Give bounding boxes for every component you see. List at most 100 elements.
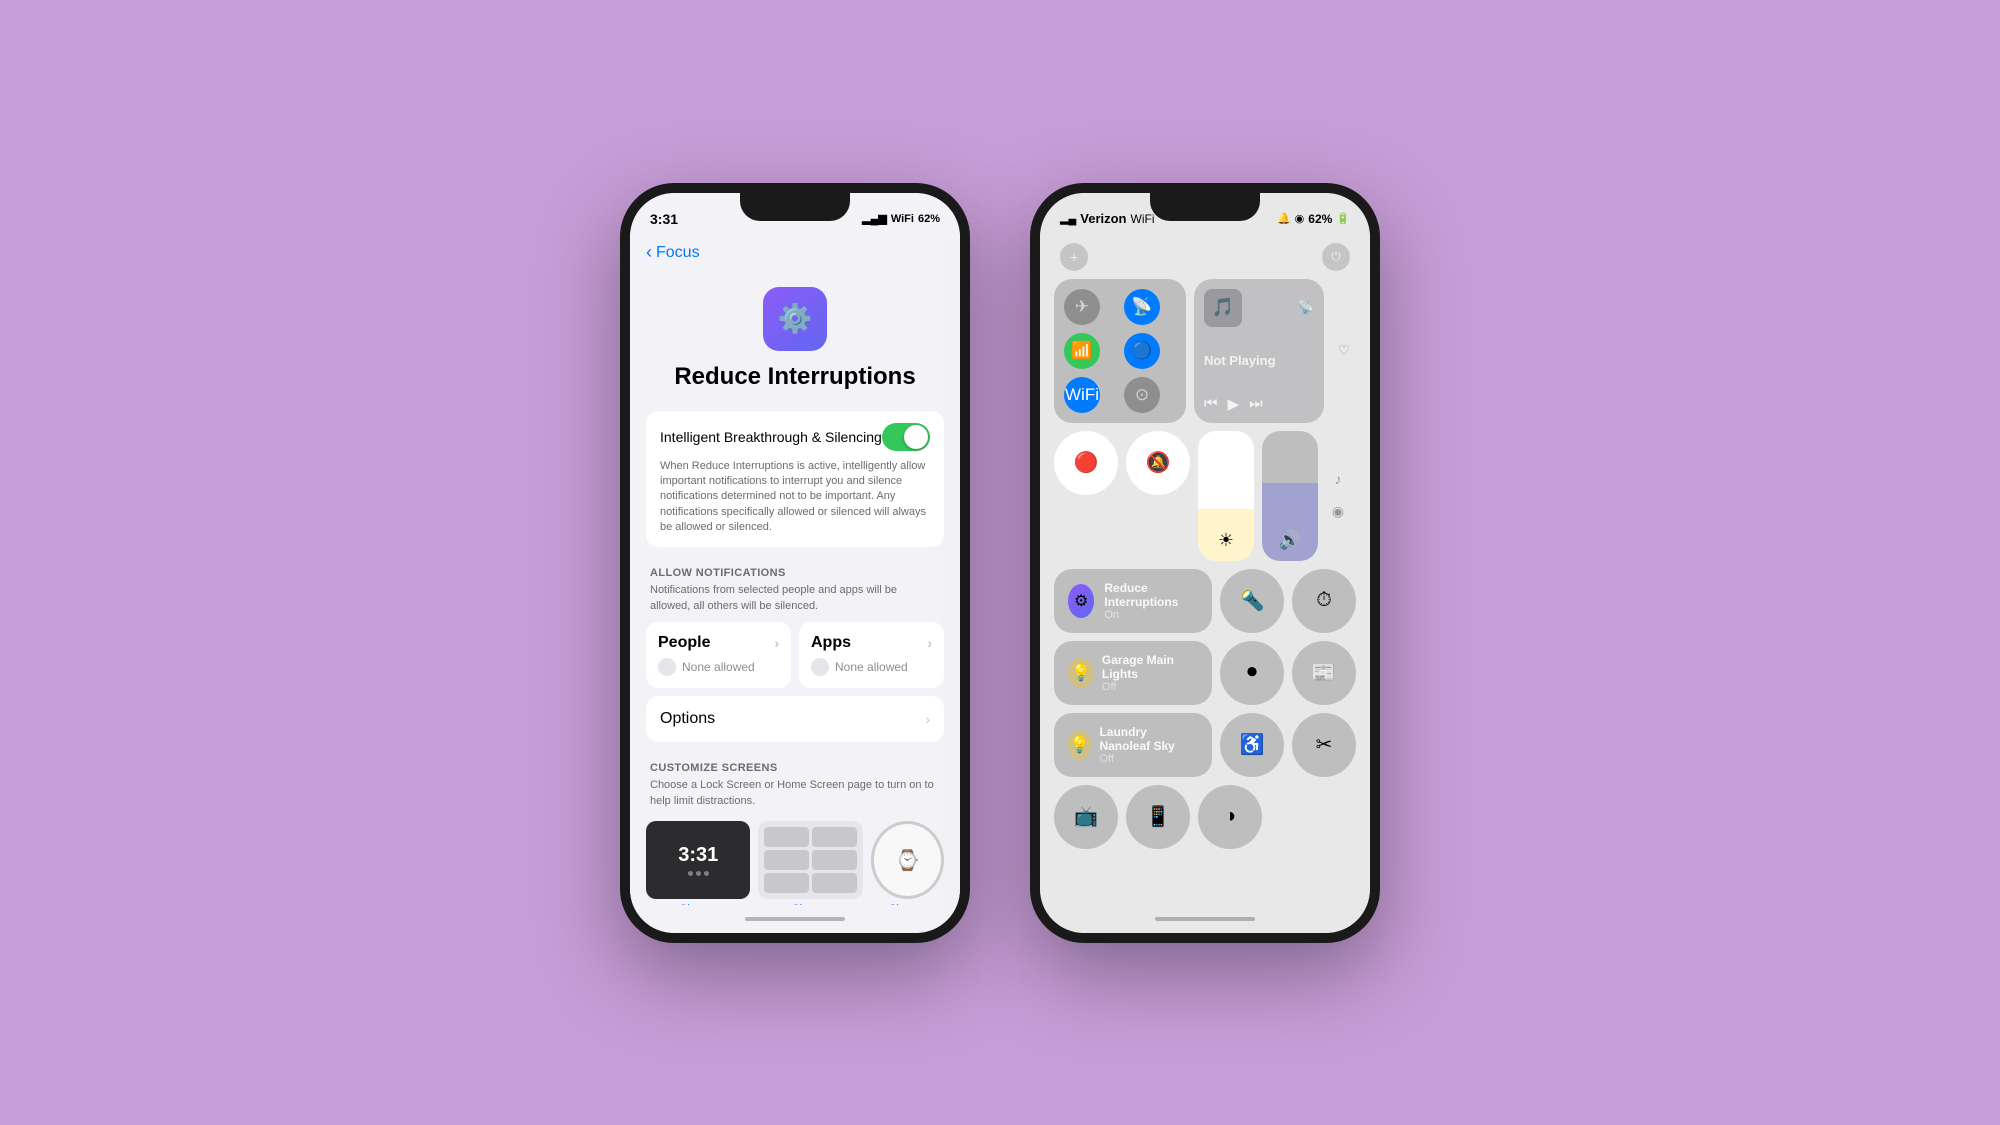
timer-button[interactable]: ⏱ — [1292, 569, 1356, 633]
garage-tile-text: Garage Main Lights Off — [1102, 653, 1198, 693]
record-icon: ⏺ — [1247, 661, 1257, 684]
timer-icon: ⏱ — [1316, 589, 1332, 612]
flashlight-button[interactable]: 🔦 — [1220, 569, 1284, 633]
screen-mirroring-button[interactable]: 📺 — [1054, 785, 1118, 849]
garage-lights-tile[interactable]: 💡 Garage Main Lights Off — [1054, 641, 1212, 705]
customize-desc: Choose a Lock Screen or Home Screen page… — [646, 778, 944, 817]
lightbulb-icon: 💡 — [1071, 663, 1091, 683]
home-bar-left — [745, 917, 845, 921]
left-phone-content: 3:31 ▂▄▆ WiFi 62% ‹ Focus ⚙️ R — [630, 193, 960, 933]
apps-icon-placeholder — [811, 658, 829, 676]
preview-dots — [688, 871, 709, 876]
home-indicator-right — [1040, 905, 1370, 933]
carrier-label: Verizon — [1080, 211, 1126, 226]
volume-slider[interactable]: 🔊 — [1262, 431, 1318, 561]
cc-row-6: 📺 📱 ◑ — [1054, 785, 1356, 849]
home-screen-preview-wrap[interactable]: Choose — [758, 821, 862, 904]
airdrop-icon: ⊙ — [1135, 385, 1149, 405]
accessibility-button[interactable]: ♿ — [1220, 713, 1284, 777]
nav-bar: ‹ Focus — [630, 237, 960, 271]
watch-preview-wrap[interactable]: ⌚ Choose — [871, 821, 944, 904]
play-pause-button[interactable]: ▶ — [1228, 395, 1240, 413]
cc-side-icons-1: ♡ — [1332, 279, 1356, 423]
hotspot-icon: 📡 — [1131, 297, 1152, 317]
shortcuts-button[interactable]: ✂ — [1292, 713, 1356, 777]
preview-time: 3:31 — [678, 844, 718, 867]
alarm-icon: 🔔 — [1277, 212, 1291, 225]
gear-icon: ⚙️ — [778, 302, 813, 335]
toggle-label: Intelligent Breakthrough & Silencing — [660, 429, 882, 445]
people-card[interactable]: People › None allowed — [646, 622, 791, 688]
darkmode-button[interactable]: ◑ — [1198, 785, 1262, 849]
previous-track-button[interactable]: ⏮ — [1204, 395, 1218, 412]
status-time: 3:31 — [650, 211, 678, 227]
apps-card[interactable]: Apps › None allowed — [799, 622, 944, 688]
darkmode-icon: ◑ — [1224, 805, 1236, 828]
garage-tile-name: Garage Main Lights — [1102, 653, 1198, 681]
focus-mode-tile[interactable]: ⚙ Reduce Interruptions On — [1054, 569, 1212, 633]
mute-button[interactable]: 🔕 — [1126, 431, 1190, 495]
media-controls: ⏮ ▶ ⏭ — [1204, 395, 1314, 413]
lock-screen-preview-wrap[interactable]: 3:31 Choose — [646, 821, 750, 904]
laundry-tile-text: Laundry Nanoleaf Sky Off — [1099, 725, 1198, 765]
laundry-lightbulb-icon: 💡 — [1070, 735, 1090, 755]
cc-row-3: ⚙ Reduce Interruptions On 🔦 ⏱ — [1054, 569, 1356, 633]
apps-label: Apps — [811, 634, 851, 652]
brightness-slider[interactable]: ☀ — [1198, 431, 1254, 561]
battery-icon-right: 62% — [1308, 212, 1332, 226]
screen-mirror-icon: 📺 — [1074, 804, 1099, 829]
right-phone-content: ▂▄ Verizon WiFi 🔔 ◉ 62% 🔋 + ⏻ — [1040, 193, 1370, 933]
airdrop-button[interactable]: ⊙ — [1124, 377, 1160, 413]
people-card-title: People › — [658, 634, 779, 652]
notch-left — [740, 193, 850, 221]
app-icon-mini-1 — [764, 827, 809, 847]
cc-add-button[interactable]: + — [1060, 243, 1088, 271]
laundry-lights-tile[interactable]: 💡 Laundry Nanoleaf Sky Off — [1054, 713, 1212, 777]
scroll-content: ⚙️ Reduce Interruptions Intelligent Brea… — [630, 271, 960, 905]
back-button[interactable]: ‹ Focus — [646, 243, 700, 263]
toggle-row: Intelligent Breakthrough & Silencing — [660, 423, 930, 451]
focus-tile-text: Reduce Interruptions On — [1104, 581, 1198, 621]
airplane-mode-button[interactable]: ✈ — [1064, 289, 1100, 325]
back-label: Focus — [656, 244, 700, 262]
next-track-button[interactable]: ⏭ — [1249, 395, 1263, 412]
focus-app-icon: ⚙️ — [763, 287, 827, 351]
remote-button[interactable]: 📱 — [1126, 785, 1190, 849]
laundry-bulb-icon: 💡 — [1068, 730, 1091, 760]
laundry-tile-status: Off — [1099, 753, 1198, 765]
app-icon-mini-4 — [812, 850, 857, 870]
focus-gear-icon: ⚙ — [1074, 591, 1088, 611]
customize-header: CUSTOMIZE SCREENS — [646, 750, 944, 778]
hotspot-button[interactable]: 📡 — [1124, 289, 1160, 325]
news-button[interactable]: 📰 — [1292, 641, 1356, 705]
bluetooth-button[interactable]: 🔵 — [1124, 333, 1160, 369]
cc-power-button[interactable]: ⏻ — [1322, 243, 1350, 271]
wifi-cc-icon: WiFi — [1065, 385, 1099, 405]
cc-row-4: 💡 Garage Main Lights Off ⏺ 📰 — [1054, 641, 1356, 705]
music-icon: ♪ — [1335, 471, 1342, 487]
options-card[interactable]: Options › — [646, 696, 944, 742]
plus-icon: + — [1070, 249, 1078, 265]
apps-none-label: None allowed — [835, 660, 908, 674]
cc-row-5: 💡 Laundry Nanoleaf Sky Off ♿ ✂ — [1054, 713, 1356, 777]
chevron-right-people-icon: › — [774, 635, 779, 651]
connectivity-tile[interactable]: ✈ 📡 📶 🔵 WiFi ⊙ — [1054, 279, 1186, 423]
right-phone: ▂▄ Verizon WiFi 🔔 ◉ 62% 🔋 + ⏻ — [1030, 183, 1380, 943]
media-tile[interactable]: 🎵 📡 Not Playing ⏮ ▶ ⏭ — [1194, 279, 1324, 423]
power-icon: ⏻ — [1331, 249, 1341, 264]
cellular-button[interactable]: 📶 — [1064, 333, 1100, 369]
home-screen-preview — [758, 821, 862, 899]
left-phone: 3:31 ▂▄▆ WiFi 62% ‹ Focus ⚙️ R — [620, 183, 970, 943]
intelligent-breakthrough-toggle[interactable] — [882, 423, 930, 451]
record-button[interactable]: ⏺ — [1220, 641, 1284, 705]
remote-icon: 📱 — [1146, 804, 1171, 829]
home-bar-right — [1155, 917, 1255, 921]
watch-icon: ⌚ — [895, 848, 920, 873]
chevron-right-options-icon: › — [925, 711, 930, 727]
privacy-button[interactable]: 🔴 — [1054, 431, 1118, 495]
cc-row-2: 🔴 🔕 ☀ 🔊 ♪ ◉ — [1054, 431, 1356, 561]
cc-grid: ✈ 📡 📶 🔵 WiFi ⊙ — [1040, 279, 1370, 905]
wifi-button[interactable]: WiFi — [1064, 377, 1100, 413]
people-label: People — [658, 634, 710, 652]
lock-icon: 🔴 — [1074, 450, 1099, 475]
